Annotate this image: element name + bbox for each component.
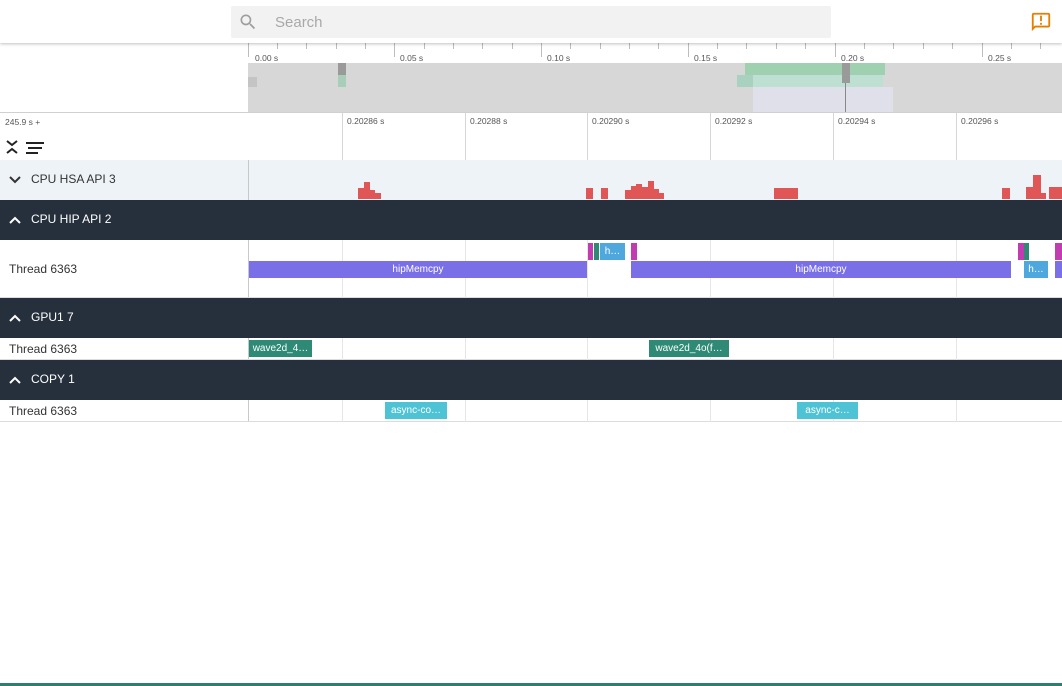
api-slice-hipmemcpy[interactable]: hipMemcpy (249, 261, 587, 278)
track-title: COPY 1 (31, 372, 75, 386)
api-slice[interactable] (1024, 243, 1029, 260)
ruler-gridlines (342, 113, 957, 161)
collapse-all-icon[interactable] (5, 139, 19, 155)
overview-tick-label: 0.00 s (255, 53, 279, 63)
overview-tick-label: 0.05 s (400, 53, 424, 63)
chevron-down-icon[interactable] (7, 172, 23, 188)
counter-bar (601, 188, 608, 199)
track-title: CPU HIP API 2 (31, 212, 112, 226)
track-group-hip[interactable]: CPU HIP API 2 (0, 200, 1062, 240)
api-slice[interactable]: h… (600, 243, 625, 260)
counter-bar (1049, 187, 1062, 199)
timeline-header-left: 245.9 s + (0, 112, 249, 161)
track-title: CPU HSA API 3 (31, 172, 116, 186)
overview-tick-label: 0.10 s (547, 53, 571, 63)
feedback-icon[interactable] (1030, 11, 1052, 33)
thread-title: Thread 6363 (9, 342, 78, 356)
timeline-ruler[interactable]: 0.20286 s 0.20288 s 0.20290 s 0.20292 s … (248, 112, 1062, 161)
copy-slice[interactable]: async-co… (385, 402, 447, 419)
api-slice[interactable] (631, 243, 637, 260)
time-offset-label: 245.9 s + (5, 117, 41, 127)
chevron-up-icon[interactable] (7, 212, 23, 228)
counter-bar (1041, 193, 1046, 199)
search-input[interactable] (275, 6, 815, 38)
thread-row-gpu: Thread 6363 (0, 338, 1062, 360)
sort-lines-icon[interactable] (26, 141, 44, 155)
api-slice[interactable] (1055, 243, 1062, 260)
track-title: GPU1 7 (31, 310, 74, 324)
overview-ruler (248, 43, 1041, 57)
track-group-hsa[interactable]: CPU HSA API 3 (0, 160, 1062, 200)
track-group-copy[interactable]: COPY 1 (0, 360, 1062, 400)
counter-bar (1033, 175, 1041, 199)
counter-bar (586, 188, 593, 199)
overview-timeline[interactable]: 0.00 s 0.05 s 0.10 s 0.15 s 0.20 s 0.25 … (248, 43, 1062, 112)
thread-title: Thread 6363 (9, 404, 78, 418)
api-slice[interactable] (1055, 261, 1062, 278)
chevron-up-icon[interactable] (7, 372, 23, 388)
overview-tick-label: 0.15 s (694, 53, 718, 63)
top-bar (0, 0, 1062, 43)
copy-slice[interactable]: async-c… (797, 402, 858, 419)
overview-heatmap (248, 63, 893, 112)
overview-activity (248, 63, 1062, 112)
api-slice[interactable] (594, 243, 599, 260)
search-icon (240, 14, 256, 30)
api-slice[interactable]: h… (1024, 261, 1048, 278)
api-slice-hipmemcpy[interactable]: hipMemcpy (631, 261, 1011, 278)
overview-sidebar (0, 43, 249, 112)
thread-row-copy: Thread 6363 (0, 400, 1062, 422)
kernel-slice[interactable]: wave2d_4o(f… (649, 340, 729, 357)
counter-bar (1026, 187, 1033, 199)
chevron-up-icon[interactable] (7, 310, 23, 326)
api-slice[interactable] (588, 243, 593, 260)
overview-tick-label: 0.20 s (841, 53, 865, 63)
overview-tick-label: 0.25 s (988, 53, 1012, 63)
track-group-gpu[interactable]: GPU1 7 (0, 298, 1062, 338)
counter-bar (1002, 188, 1010, 199)
counter-bar (774, 188, 798, 199)
search-box[interactable] (231, 6, 831, 38)
counter-bar (375, 193, 381, 199)
counter-bar (659, 193, 664, 199)
thread-title: Thread 6363 (9, 262, 78, 276)
kernel-slice[interactable]: wave2d_4… (249, 340, 312, 357)
